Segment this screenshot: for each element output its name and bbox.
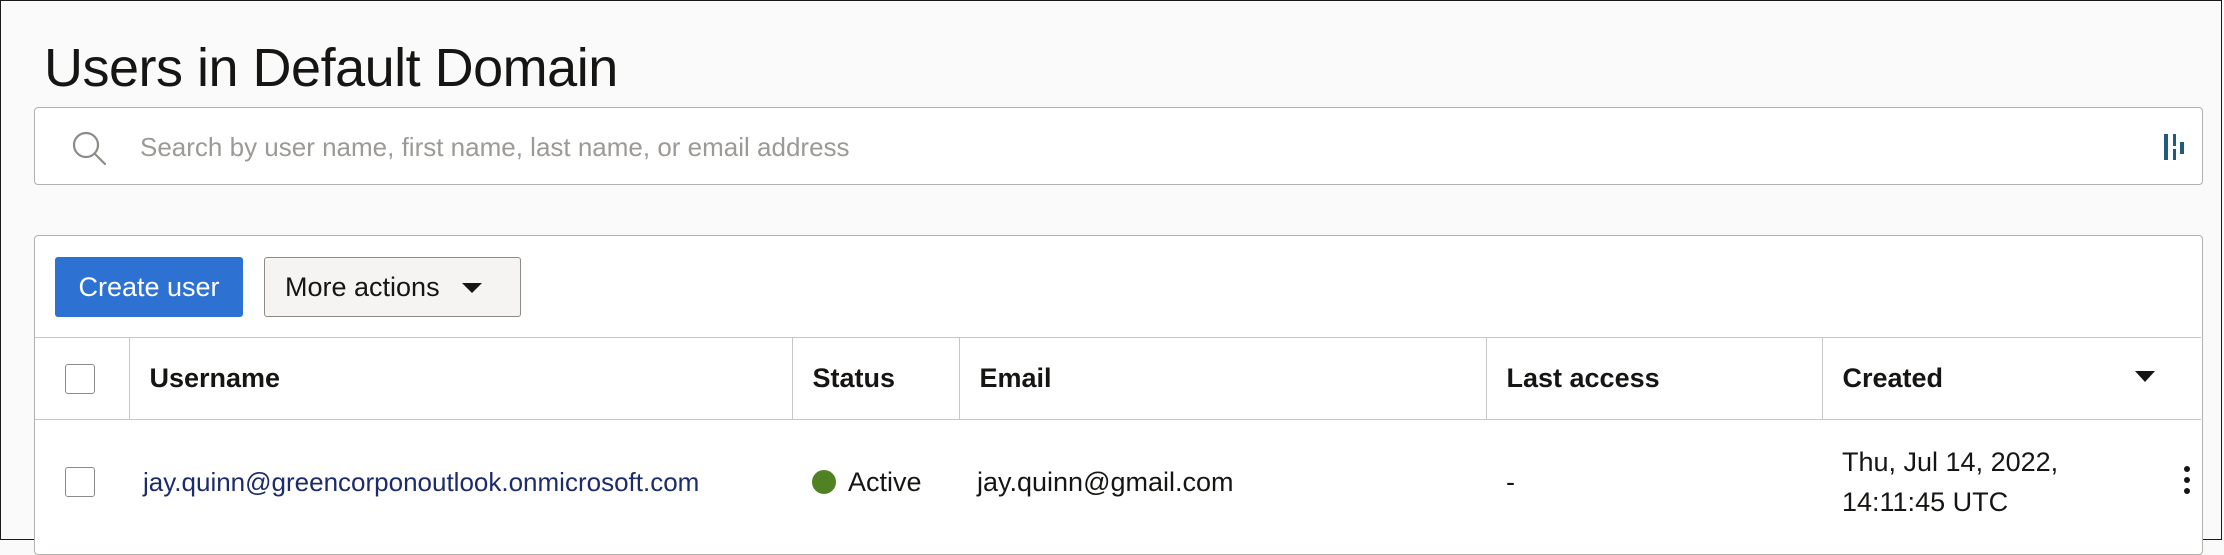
- table-header-row: Username Status Email Last access Create…: [35, 337, 2201, 420]
- search-bar[interactable]: [34, 107, 2203, 185]
- column-header-username[interactable]: Username: [129, 337, 793, 420]
- search-icon: [72, 131, 107, 166]
- chevron-down-icon: [461, 283, 482, 293]
- page-title: Users in Default Domain: [44, 38, 618, 98]
- more-actions-label: More actions: [285, 271, 440, 302]
- created-cell: Thu, Jul 14, 2022, 14:11:45 UTC: [1822, 420, 2201, 545]
- row-select-cell: [35, 420, 129, 545]
- email-cell: jay.quinn@gmail.com: [977, 466, 1234, 497]
- row-checkbox[interactable]: [65, 467, 95, 498]
- created-date: Thu, Jul 14, 2022,: [1842, 447, 2059, 478]
- username-link[interactable]: jay.quinn@greencorponoutlook.onmicrosoft…: [143, 467, 699, 497]
- column-header-created: Created: [1842, 363, 1944, 393]
- last-access-cell: -: [1506, 466, 1515, 497]
- create-user-button[interactable]: Create user: [55, 257, 243, 317]
- column-header-created-cell[interactable]: Created: [1822, 338, 2201, 420]
- users-table: Username Status Email Last access Create…: [35, 337, 2201, 545]
- status-active-icon: [812, 469, 836, 494]
- row-actions-menu-icon[interactable]: [2183, 466, 2191, 498]
- column-header-last-access[interactable]: Last access: [1486, 337, 1823, 420]
- more-actions-button[interactable]: More actions: [264, 257, 521, 317]
- status-text: Active: [848, 466, 922, 497]
- column-header-email[interactable]: Email: [959, 337, 1487, 420]
- username-cell: jay.quinn@greencorponoutlook.onmicrosoft…: [129, 420, 792, 545]
- created-time: 14:11:45 UTC: [1842, 487, 2009, 518]
- column-header-status[interactable]: Status: [792, 337, 960, 420]
- select-all-header: [35, 337, 130, 420]
- sort-descending-icon[interactable]: [2135, 371, 2155, 382]
- search-input[interactable]: [138, 122, 2092, 172]
- users-panel: Create user More actions Username Status…: [34, 235, 2203, 555]
- select-all-checkbox[interactable]: [65, 363, 95, 394]
- status-cell: Active: [792, 420, 959, 545]
- filter-icon[interactable]: [2162, 132, 2188, 162]
- table-row: jay.quinn@greencorponoutlook.onmicrosoft…: [35, 420, 2201, 545]
